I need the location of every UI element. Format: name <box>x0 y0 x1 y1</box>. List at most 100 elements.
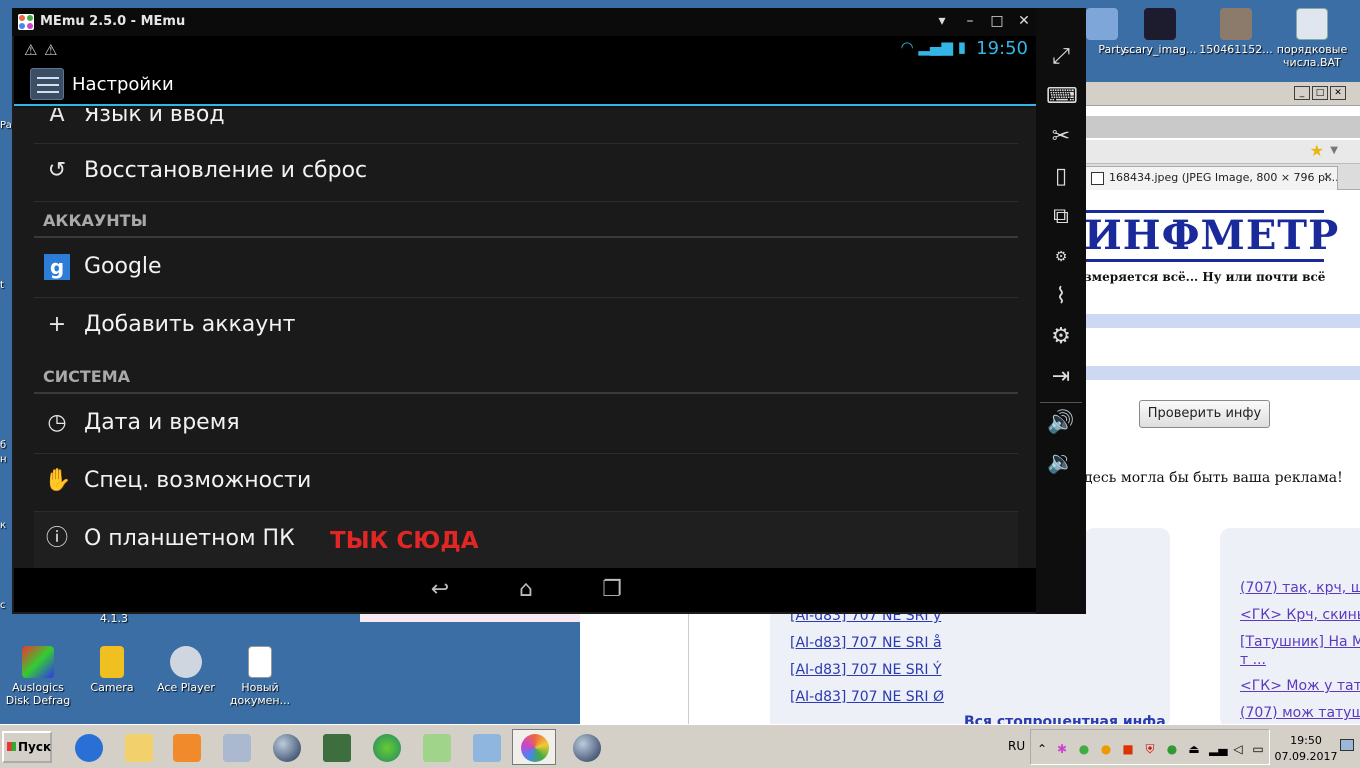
tray-app-icon[interactable]: ● <box>1165 742 1179 756</box>
settings-item-add-account[interactable]: + Добавить аккаунт <box>34 298 1018 356</box>
settings-app-icon[interactable] <box>30 68 64 100</box>
gear-icon[interactable]: ⚙ <box>1046 322 1076 352</box>
usb-tray-icon[interactable]: ⏏ <box>1187 742 1201 756</box>
fullscreen-icon[interactable]: ⤢ <box>1046 42 1076 72</box>
close-button[interactable]: ✕ <box>1014 12 1034 30</box>
desktop-icon-scary-image[interactable]: scary_imag... <box>1122 8 1198 56</box>
forum-link[interactable]: [Татушник] На М <box>1240 634 1360 650</box>
forum-link[interactable]: <ГК> Мож у тату <box>1240 678 1360 694</box>
taskbar-terminal[interactable] <box>314 729 358 765</box>
desktop-icon-bat-file[interactable]: порядковые числа.BAT <box>1274 8 1350 69</box>
section-header-accounts: АККАУНТЫ <box>34 202 1018 238</box>
desktop-icon-label: Auslogics Disk Defrag <box>5 681 71 707</box>
tray-app-icon[interactable]: ■ <box>1121 742 1135 756</box>
taskbar-download-manager[interactable] <box>364 729 408 765</box>
forum-link[interactable]: (707) мож татуш <box>1240 705 1360 721</box>
settings-item-label: Восстановление и сброс <box>84 158 368 183</box>
section-header-system: СИСТЕМА <box>34 358 1018 394</box>
import-icon[interactable]: ⇥ <box>1046 362 1076 392</box>
chevron-up-icon[interactable]: ⌃ <box>1035 742 1049 756</box>
start-button[interactable]: Пуск <box>2 731 52 763</box>
desktop-icon-new-document[interactable]: Новый докумен... <box>222 646 298 707</box>
language-indicator[interactable]: RU <box>1008 739 1025 753</box>
volume-up-icon[interactable]: 🔊 <box>1046 408 1076 438</box>
scissors-icon[interactable]: ✂ <box>1046 122 1076 152</box>
home-icon[interactable]: ⌂ <box>510 578 542 602</box>
chevron-down-icon[interactable]: ▼ <box>1330 145 1338 156</box>
tray-app-icon[interactable]: ● <box>1099 742 1113 756</box>
settings-item-label: Google <box>84 254 162 279</box>
desktop-icon-camera[interactable]: Camera <box>74 646 150 694</box>
tab-title: 168434.jpeg (JPEG Image, 800 × 796 pi... <box>1109 171 1338 184</box>
clock-icon: ◷ <box>47 410 67 435</box>
forum-link[interactable]: т ... <box>1240 652 1266 668</box>
desktop-icon-ace-player[interactable]: Ace Player <box>148 646 224 694</box>
minimize-button[interactable]: – <box>960 12 980 30</box>
thread-link[interactable]: [AI-d83] 707 NE SRI Ø <box>790 689 944 705</box>
taskbar-clock[interactable]: 19:50 07.09.2017 <box>1274 733 1338 765</box>
system-tray: ⌃ ✱ ● ● ■ ⛨ ● ⏏ ▂▄ ◁ ▭ <box>1030 729 1270 765</box>
rotate-icon[interactable]: ⧉ <box>1046 202 1076 232</box>
close-tab-icon[interactable]: ✕ <box>1323 170 1333 184</box>
minimize-button[interactable]: _ <box>1294 86 1310 100</box>
browser-address-bar[interactable]: ★ ▼ <box>1084 140 1360 164</box>
forum-link[interactable]: (707) так, крч, ш <box>1240 580 1360 596</box>
desktop-icon-150461152[interactable]: 150461152... <box>1198 8 1274 56</box>
recent-apps-icon[interactable]: ❐ <box>596 578 628 602</box>
desktop-icon-label: порядковые числа.BAT <box>1276 43 1348 69</box>
taskbar-globe-2[interactable] <box>564 729 608 765</box>
memu-tray-icon[interactable]: ✱ <box>1055 742 1069 756</box>
settings-item-google[interactable]: g Google <box>34 240 1018 298</box>
settings-item-language[interactable]: A Язык и ввод <box>34 108 1018 144</box>
notepad-icon <box>423 734 451 762</box>
settings-item-date-time[interactable]: ◷ Дата и время <box>34 396 1018 454</box>
taskbar-explorer[interactable] <box>116 729 160 765</box>
shake-icon[interactable]: ▯ <box>1046 162 1076 192</box>
forum-link[interactable]: <ГК> Крч, скинь <box>1240 607 1360 623</box>
windows-logo-icon <box>7 742 16 751</box>
back-icon[interactable]: ↩ <box>424 578 456 602</box>
memu-window: MEmu 2.5.0 - MEmu ▾ – □ ✕ ‹‹‹ ⚠ ⚠ ◠ ▂▄▆ … <box>12 8 1086 614</box>
maximize-button[interactable]: □ <box>987 12 1007 30</box>
show-desktop-icon[interactable] <box>1340 739 1354 751</box>
settings-list: A Язык и ввод ↺ Восстановление и сброс А… <box>14 108 1036 568</box>
toolbar-divider <box>1040 402 1082 403</box>
memu-toolbar: ⤢ ⌨ ✂ ▯ ⧉ ⚙ ⌇ ⚙ ⇥ 🔊 🔉 <box>1036 8 1086 614</box>
volume-tray-icon[interactable]: ◁ <box>1231 742 1245 756</box>
camera-icon <box>100 646 124 678</box>
taskbar-ie[interactable] <box>66 729 110 765</box>
taskbar-media-player[interactable] <box>164 729 208 765</box>
bookmark-star-icon[interactable]: ★ <box>1310 141 1324 160</box>
plus-icon: + <box>47 312 67 337</box>
browser-tab-image[interactable]: 168434.jpeg (JPEG Image, 800 × 796 pi...… <box>1084 166 1338 190</box>
network-signal-icon[interactable]: ▂▄ <box>1209 742 1227 756</box>
network-tray-icon[interactable]: ▭ <box>1251 742 1265 756</box>
broom-icon[interactable]: ⌇ <box>1046 282 1076 312</box>
menu-icon[interactable]: ▾ <box>932 12 952 30</box>
settings-item-label: Спец. возможности <box>84 468 312 493</box>
thread-link[interactable]: [AI-d83] 707 NE SRI å <box>790 635 942 651</box>
memu-titlebar: MEmu 2.5.0 - MEmu ▾ – □ ✕ ‹‹‹ <box>12 8 1086 36</box>
image-file-icon <box>1144 8 1176 40</box>
taskbar-globe[interactable] <box>264 729 308 765</box>
taskbar-memu[interactable] <box>512 729 556 765</box>
check-info-button[interactable]: Проверить инфу <box>1139 400 1270 428</box>
desktop-icon-auslogics[interactable]: Auslogics Disk Defrag <box>0 646 76 707</box>
taskbar-control-panel[interactable] <box>464 729 508 765</box>
file-icon <box>1086 8 1118 40</box>
apk-icon[interactable]: ⚙ <box>1046 242 1076 272</box>
thread-link[interactable]: [AI-d83] 707 NE SRI Ý <box>790 662 942 678</box>
taskbar-notepad[interactable] <box>414 729 458 765</box>
security-tray-icon[interactable]: ⛨ <box>1143 742 1157 756</box>
keyboard-icon[interactable]: ⌨ <box>1046 82 1078 112</box>
settings-item-backup-reset[interactable]: ↺ Восстановление и сброс <box>34 144 1018 202</box>
download-tray-icon[interactable]: ● <box>1077 742 1091 756</box>
volume-down-icon[interactable]: 🔉 <box>1046 448 1076 478</box>
taskbar-app-keyboard[interactable] <box>214 729 258 765</box>
close-button[interactable]: ✕ <box>1330 86 1346 100</box>
desktop-icon-label: Новый докумен... <box>229 681 291 707</box>
settings-item-accessibility[interactable]: ✋ Спец. возможности <box>34 454 1018 512</box>
settings-item-about-tablet[interactable]: ⓘ О планшетном ПК ТЫК СЮДА <box>34 512 1018 568</box>
maximize-button[interactable]: □ <box>1312 86 1328 100</box>
content-panel <box>1220 528 1360 724</box>
